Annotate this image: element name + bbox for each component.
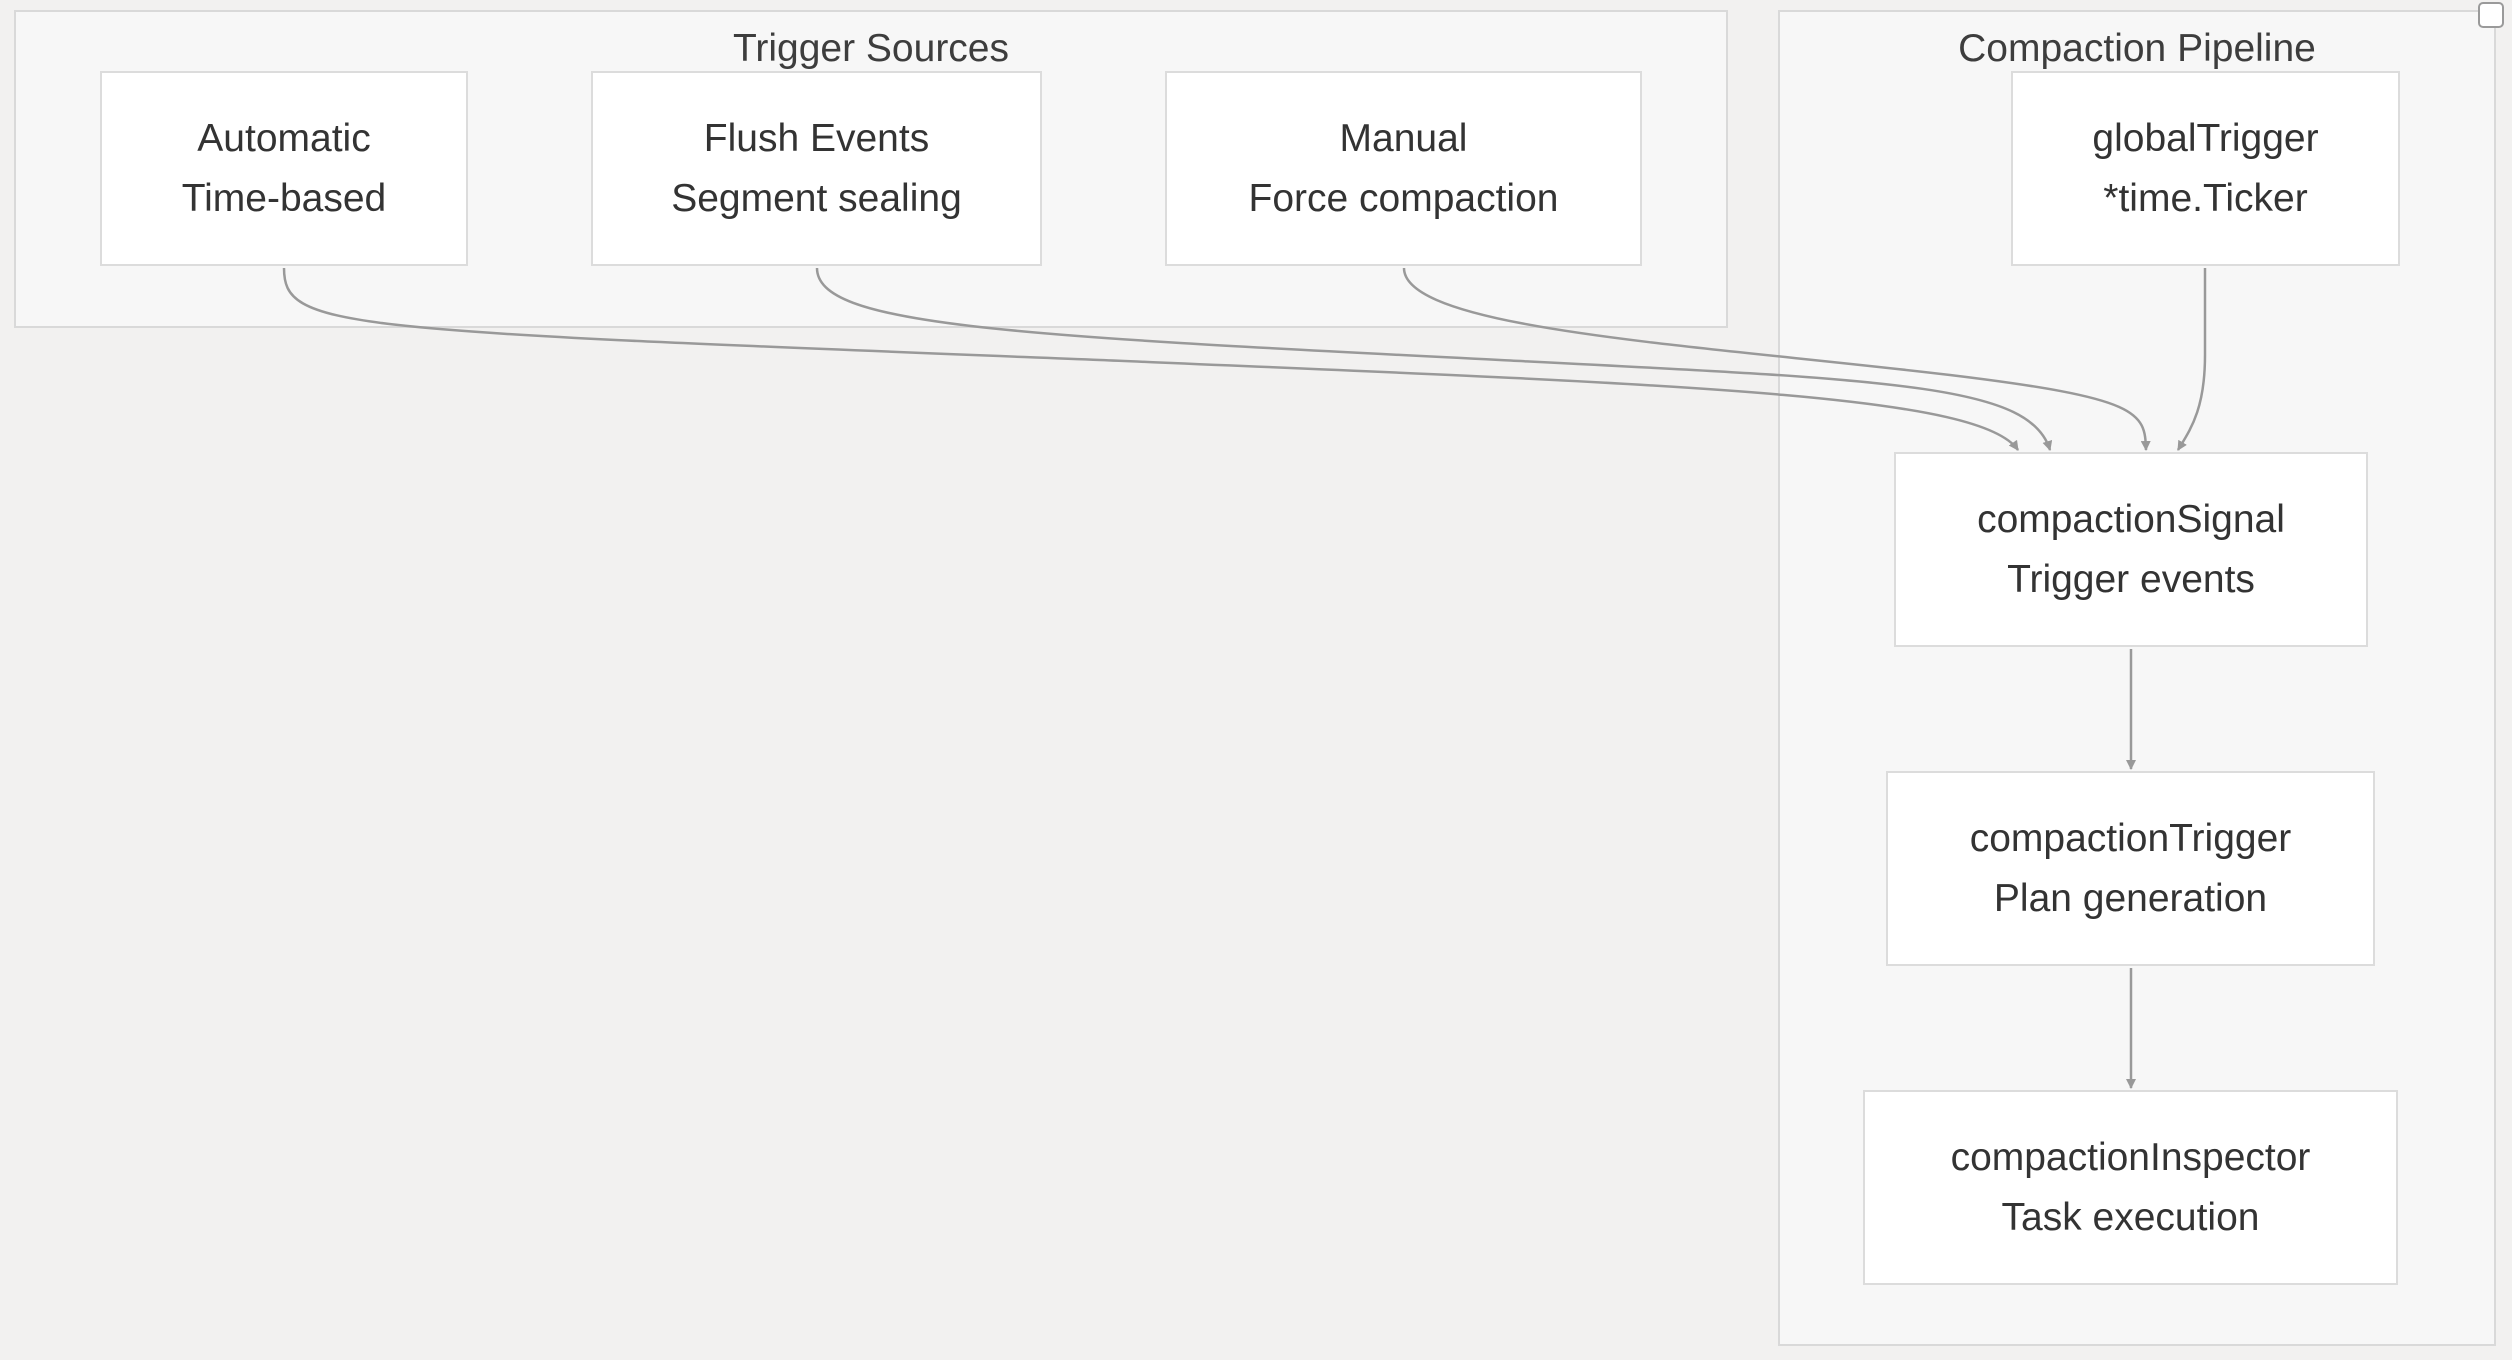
node-sublabel: Segment sealing <box>671 176 962 220</box>
cluster-title: Trigger Sources <box>733 27 1009 70</box>
node-compaction-trigger[interactable]: compactionTrigger Plan generation <box>1886 771 2375 966</box>
node-automatic[interactable]: Automatic Time-based <box>100 71 468 266</box>
cluster-title: Compaction Pipeline <box>1958 27 2316 70</box>
expand-icon[interactable] <box>2478 2 2504 28</box>
node-manual[interactable]: Manual Force compaction <box>1165 71 1642 266</box>
node-label: Automatic <box>197 116 371 160</box>
node-label: Manual <box>1339 116 1468 160</box>
node-compaction-signal[interactable]: compactionSignal Trigger events <box>1894 452 2368 647</box>
node-global-trigger[interactable]: globalTrigger *time.Ticker <box>2011 71 2400 266</box>
node-sublabel: *time.Ticker <box>2103 176 2308 220</box>
node-label: compactionSignal <box>1977 497 2285 541</box>
diagram-canvas: Trigger Sources Compaction Pipeline Auto… <box>0 0 2512 1360</box>
node-label: Flush Events <box>703 116 930 160</box>
node-sublabel: Plan generation <box>1993 876 2268 920</box>
node-flush-events[interactable]: Flush Events Segment sealing <box>591 71 1042 266</box>
node-label: compactionTrigger <box>1969 816 2292 860</box>
node-sublabel: Trigger events <box>2007 557 2255 601</box>
node-sublabel: Time-based <box>181 176 387 220</box>
node-sublabel: Force compaction <box>1248 176 1559 220</box>
node-compaction-inspector[interactable]: compactionInspector Task execution <box>1863 1090 2398 1285</box>
node-label: compactionInspector <box>1950 1135 2311 1179</box>
node-label: globalTrigger <box>2092 116 2319 160</box>
node-sublabel: Task execution <box>2001 1195 2260 1239</box>
